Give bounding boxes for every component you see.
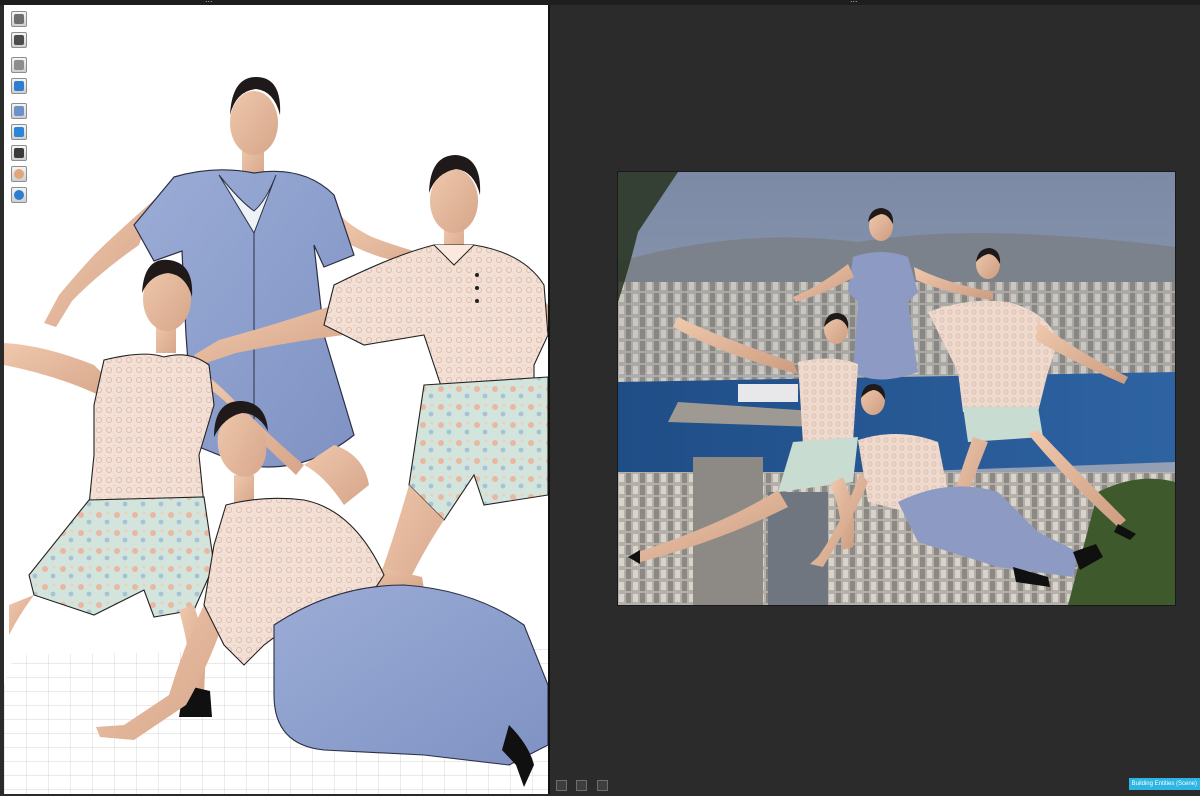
brush-icon: [14, 81, 24, 91]
snapshot-icon[interactable]: [596, 780, 608, 791]
tool-layers-button[interactable]: [11, 124, 27, 140]
render-window-title: ...: [850, 0, 858, 4]
render-image[interactable]: [617, 171, 1176, 606]
tool-simulate-button[interactable]: [11, 57, 27, 73]
tool-camera-button[interactable]: [11, 145, 27, 161]
tool-avatar-button[interactable]: [11, 11, 27, 27]
camera-icon: [14, 148, 24, 158]
viewport-toolbar: [11, 11, 27, 208]
globe-icon: [14, 190, 24, 200]
tool-edit-button[interactable]: [11, 103, 27, 119]
render-window: [550, 5, 1200, 794]
rendered-scene: [618, 172, 1175, 605]
edit-icon: [14, 106, 24, 116]
viewport-title: ...: [205, 0, 213, 4]
viewport-scene: [4, 77, 548, 794]
simulate-icon: [14, 60, 24, 70]
render-bottom-toolbar: [556, 778, 613, 796]
layers-icon: [14, 127, 24, 137]
tool-brush-button[interactable]: [11, 78, 27, 94]
zoom-icon[interactable]: [576, 780, 588, 791]
avatar-icon: [14, 14, 24, 24]
fit-view-icon[interactable]: [556, 780, 567, 791]
tool-globe-button[interactable]: [11, 187, 27, 203]
avatar-skin-icon: [14, 169, 24, 179]
status-badge: Building Entities (Scene): [1128, 778, 1200, 790]
tool-avatar-skin-button[interactable]: [11, 166, 27, 182]
3d-viewport[interactable]: [4, 5, 548, 794]
garment-icon: [14, 35, 24, 45]
tool-garment-button[interactable]: [11, 32, 27, 48]
